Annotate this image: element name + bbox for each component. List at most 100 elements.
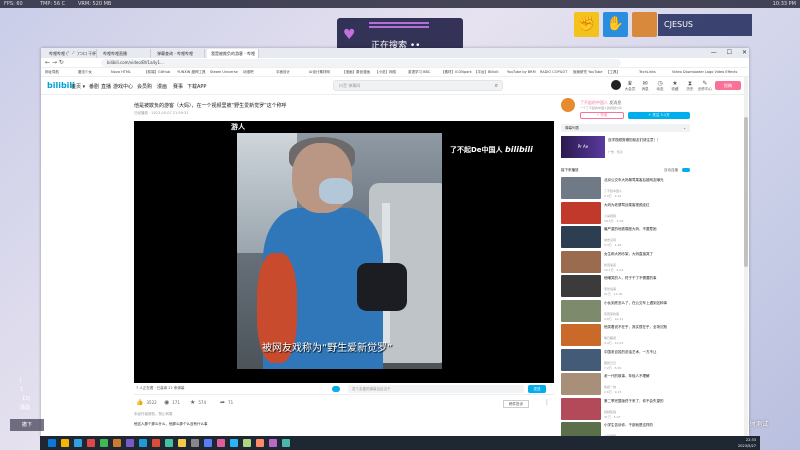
rec-thumbnail[interactable] [561,373,601,395]
bookmark-item[interactable]: AI设计素材网 [309,69,330,76]
rec-title[interactable]: 最严重的地铁霸座大妈，不要惹她 [604,227,688,236]
autoplay-toggle[interactable] [682,168,690,172]
rec-thumbnail[interactable] [561,324,601,346]
bookmark-item[interactable]: YouTube by BRM [507,69,536,76]
bookmark-item[interactable]: 【平台】Bilibili [474,69,498,76]
rec-title[interactable]: 第二季完整版终于来了，你不会失望的 [604,399,688,408]
forward-icon[interactable]: → [52,59,57,66]
rec-title[interactable]: 女生和大妈吵架，大妈直接哭了 [604,252,688,261]
rec-thumbnail[interactable] [561,299,601,322]
header-icon-3[interactable]: ★ 收藏 [668,80,682,92]
rec-thumbnail[interactable] [561,177,601,199]
favorite-button[interactable]: ★ 574 [190,398,206,408]
rec-author[interactable]: 情感一线 [604,385,616,389]
danmaku-list-header[interactable]: 弹幕列表 ⌄ [561,124,690,132]
bookmark-item[interactable]: Nova HTML [111,69,131,76]
rec-author[interactable]: 有意思的事 [604,312,619,316]
more-icon[interactable]: ⋮ [544,399,550,406]
taskbar-app-icon[interactable] [243,439,251,447]
bookmark-item[interactable]: 英语学习 BBC [408,69,430,76]
rec-author[interactable]: 新闻速递 [604,263,616,267]
rec-author[interactable]: 每日趣闻 [604,336,616,340]
report-button[interactable]: 稿件投诉 [503,400,529,408]
rec-item[interactable]: 小伙到底怎么了，在公交车上遇到这种事 有意思的事 9.8万 · 10-11 [561,299,690,324]
nav-item[interactable]: 下载APP [187,83,206,90]
bookmark-item[interactable]: 动漫吧 [243,69,254,76]
rec-title[interactable]: 小伙到底怎么了，在公交车上遇到这种事 [604,301,688,310]
taskbar-app-icon[interactable] [87,439,95,447]
taskbar-app-icon[interactable] [178,439,186,447]
bookmark-item[interactable]: 【前端】GitHub [144,69,170,76]
danmaku-toggle[interactable] [332,386,340,392]
rec-item[interactable]: 大妈为老婆骂战乘客视频走红 小葵视频 18.5万 · 3-18 [561,201,690,226]
taskbar-app-icon[interactable] [282,439,290,447]
rec-thumbnail[interactable] [561,250,601,273]
browser-tab[interactable]: 哔哩哔哩直播 [99,49,151,58]
bookmark-item[interactable]: Steam Universe [210,69,238,76]
scrollbar[interactable] [744,77,748,436]
taskbar-app-icon[interactable] [256,439,264,447]
bookmark-item[interactable]: YUNXIN 魔神工具 [177,69,205,76]
nav-item[interactable]: 直播 [101,83,111,90]
rec-title[interactable]: 中国老百姓的说话艺术，一方不让 [604,350,688,359]
message-link[interactable]: 发消息 [609,100,621,105]
browser-tab[interactable]: 哔哩哔哩 (゜-゜)つ口 干杯 [45,49,97,58]
bookmark-item[interactable]: 魔法少女 [78,69,92,76]
search-input[interactable]: 抖音 弹幕网 ⌕ [333,80,503,91]
bookmark-item[interactable]: 【小说】网络 [375,69,396,76]
rec-thumbnail[interactable] [561,397,601,420]
header-icon-2[interactable]: ◷ 动态 [653,80,667,92]
back-icon[interactable]: ← [45,59,50,66]
coin-button[interactable]: ◉ 171 [164,398,180,408]
nav-item[interactable]: 番剧 [89,83,99,90]
taskbar-app-icon[interactable] [61,439,69,447]
rec-title[interactable]: 他笑着说不在乎，其实很在乎，全场沉默 [604,325,688,334]
nav-item[interactable]: 会员购 [137,83,152,90]
bookmark-item[interactable]: RADIO COPILOT [540,69,567,76]
rec-thumbnail[interactable] [561,348,601,371]
taskbar-app-icon[interactable] [217,439,225,447]
rec-title[interactable]: 大妈为老婆骂战乘客视频走红 [604,203,688,212]
nav-item[interactable]: 漫画 [157,83,167,90]
taskbar-app-icon[interactable] [269,439,277,447]
rec-title[interactable]: 北京公交车大妈辱骂乘客后被网友曝光 [604,178,688,187]
taskbar-app-icon[interactable] [74,439,82,447]
maximize-button[interactable]: ☐ [727,49,732,56]
rec-item[interactable]: 最严重的地铁霸座大妈，不要惹她 城市见闻 5.3万 · 1-26 [561,226,690,250]
taskbar-app-icon[interactable] [100,439,108,447]
taskbar-app-icon[interactable] [230,439,238,447]
taskbar-app-icon[interactable] [126,439,134,447]
send-button[interactable]: 发送 [528,385,546,393]
rec-author[interactable]: 老张说事 [604,287,616,291]
close-button[interactable]: ✕ [742,49,747,56]
rec-author[interactable]: 小葵视频 [604,214,616,218]
reload-icon[interactable]: ↻ [59,59,64,66]
chevron-down-icon[interactable]: ⌄ [683,124,686,132]
rec-author[interactable]: 城市见闻 [604,238,616,242]
taskbar-app-icon[interactable] [191,439,199,447]
rec-item[interactable]: 中国老百姓的说话艺术，一方不让 国民日记 7.2万 · 8-30 [561,348,690,373]
rec-item[interactable]: 第二季完整版终于来了，你不会失望的 视频集锦 31万 · 5-07 [561,397,690,422]
browser-tab[interactable]: 弹幕查询 - 哔哩哔哩 [153,49,205,58]
video-player[interactable]: 游人 被网友戏称为“野生爱新觉罗” 了不起De中国人 bilibili [134,121,554,383]
danmaku-input[interactable]: 发个友善的弹幕见证当下 [348,385,524,393]
header-icon-4[interactable]: ⧗ 历史 [683,80,697,92]
rec-item[interactable]: 女生和大妈吵架，大妈直接哭了 新闻速递 12.1万 · 4-02 [561,250,690,275]
bookmark-item[interactable]: 饭碗研究 YouTube [573,69,602,76]
header-icon-0[interactable]: ♛ 大会员 [623,80,637,92]
overlay-withdraw-button[interactable]: 撤下 [10,419,44,431]
bookmark-item[interactable]: TechLinks [639,69,656,76]
bookmark-item[interactable]: 【工具】 [606,69,620,76]
browser-tab-active[interactable]: 我是被欺负的游客 - 哔哩 [207,49,259,58]
minimize-button[interactable]: — [711,49,717,56]
rec-title[interactable]: 他嘲笑的人，终于干了不需要的事 [604,276,688,285]
bookmark-item[interactable]: Video Downloader [672,69,704,76]
rec-item[interactable]: 北京公交车大妈辱骂乘客后被网友曝光 了不起中国人 3.9万 · 2-21 [561,177,690,201]
rec-thumbnail[interactable] [561,226,601,248]
rec-thumbnail[interactable] [561,201,601,224]
rec-title[interactable]: 老一代的故事，年轻人不理解 [604,374,688,383]
rec-title[interactable]: 小学生告诉你，干部就是这样的 [604,423,688,432]
taskbar-app-icon[interactable] [165,439,173,447]
nav-item[interactable]: 赛事 [173,83,183,90]
taskbar-app-icon[interactable] [204,439,212,447]
